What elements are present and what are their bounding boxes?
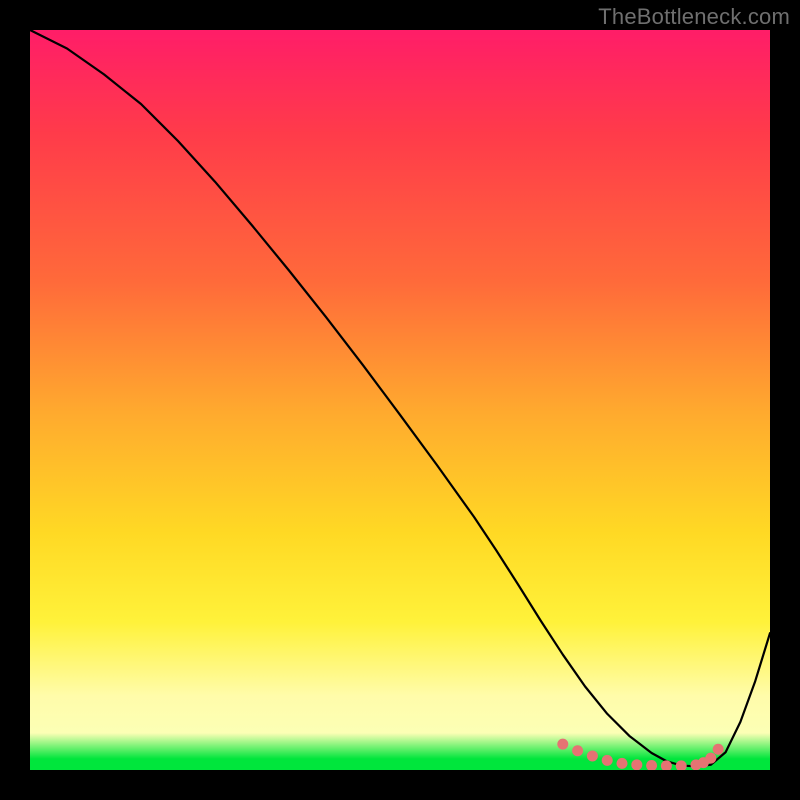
plot-area (30, 30, 770, 770)
marker-dot (631, 759, 642, 770)
bottleneck-curve-path (30, 30, 770, 766)
watermark-label: TheBottleneck.com (598, 4, 790, 30)
marker-dot (602, 755, 613, 766)
marker-dot (587, 750, 598, 761)
marker-dot (572, 745, 583, 756)
marker-dot (557, 739, 568, 750)
chart-svg (30, 30, 770, 770)
marker-dot (646, 760, 657, 770)
marker-dot (617, 758, 628, 769)
marker-dot (676, 760, 687, 770)
marker-dot (713, 744, 724, 755)
chart-frame: TheBottleneck.com (0, 0, 800, 800)
marker-dot (705, 753, 716, 764)
